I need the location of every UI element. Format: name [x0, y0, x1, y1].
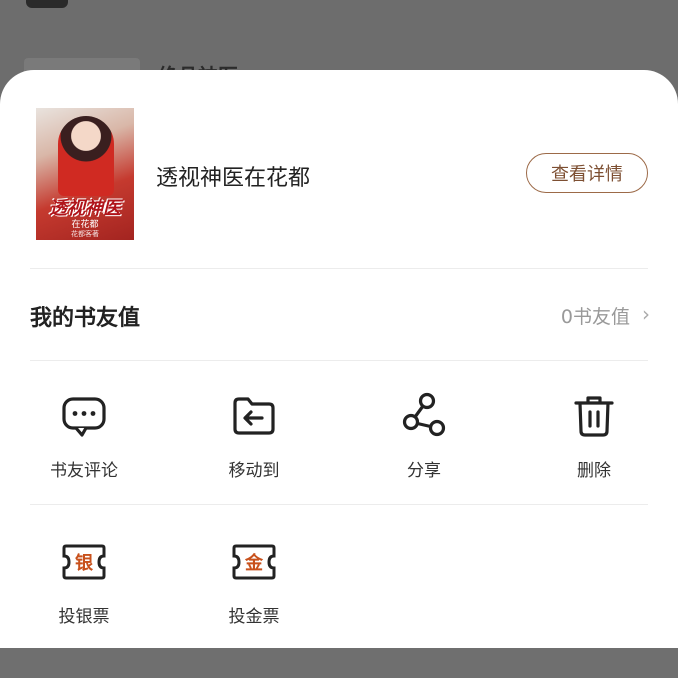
action-label: 投金票 [228, 607, 280, 627]
action-book-comments[interactable]: 书友评论 [24, 392, 144, 481]
action-label: 移动到 [228, 461, 280, 481]
book-action-sheet: 透视神医 在花都 花都客著 透视神医在花都 查看详情 我的书友值 0书友值 › [0, 70, 678, 648]
book-friend-value: 0书友值 [560, 306, 630, 328]
book-friend-label: 我的书友值 [30, 306, 141, 331]
actions-row-2: 银 投银票 金 投金票 [0, 538, 678, 678]
gold-ticket-icon: 金 [230, 538, 278, 586]
view-details-button[interactable]: 查看详情 [526, 153, 648, 193]
background-app-icon [26, 0, 68, 8]
book-title: 透视神医在花都 [156, 166, 311, 191]
chevron-right-icon: › [642, 302, 650, 326]
action-label: 投银票 [58, 607, 110, 627]
silver-ticket-icon: 银 [60, 538, 108, 586]
silver-badge-text: 银 [75, 552, 94, 574]
action-vote-silver-ticket[interactable]: 银 投银票 [24, 538, 144, 627]
divider [30, 360, 648, 361]
gold-badge-text: 金 [244, 552, 264, 574]
action-label: 书友评论 [50, 461, 118, 481]
comment-icon [60, 392, 108, 440]
move-folder-icon [230, 392, 278, 440]
cover-author: 花都客著 [71, 230, 99, 238]
share-icon [400, 392, 448, 440]
actions-row-1: 书友评论 移动到 分享 删除 [0, 392, 678, 532]
action-vote-gold-ticket[interactable]: 金 投金票 [194, 538, 314, 627]
action-label: 分享 [407, 461, 441, 481]
action-label: 删除 [577, 461, 611, 481]
cover-illustration [58, 116, 114, 196]
book-friend-row[interactable]: 我的书友值 0书友值 › [0, 268, 678, 358]
action-move-to[interactable]: 移动到 [194, 392, 314, 481]
action-delete[interactable]: 删除 [534, 392, 654, 481]
trash-icon [570, 392, 618, 440]
divider [30, 504, 648, 505]
book-cover[interactable]: 透视神医 在花都 花都客著 [36, 108, 134, 240]
book-info-row: 透视神医 在花都 花都客著 透视神医在花都 查看详情 [0, 70, 678, 268]
action-share[interactable]: 分享 [364, 392, 484, 481]
